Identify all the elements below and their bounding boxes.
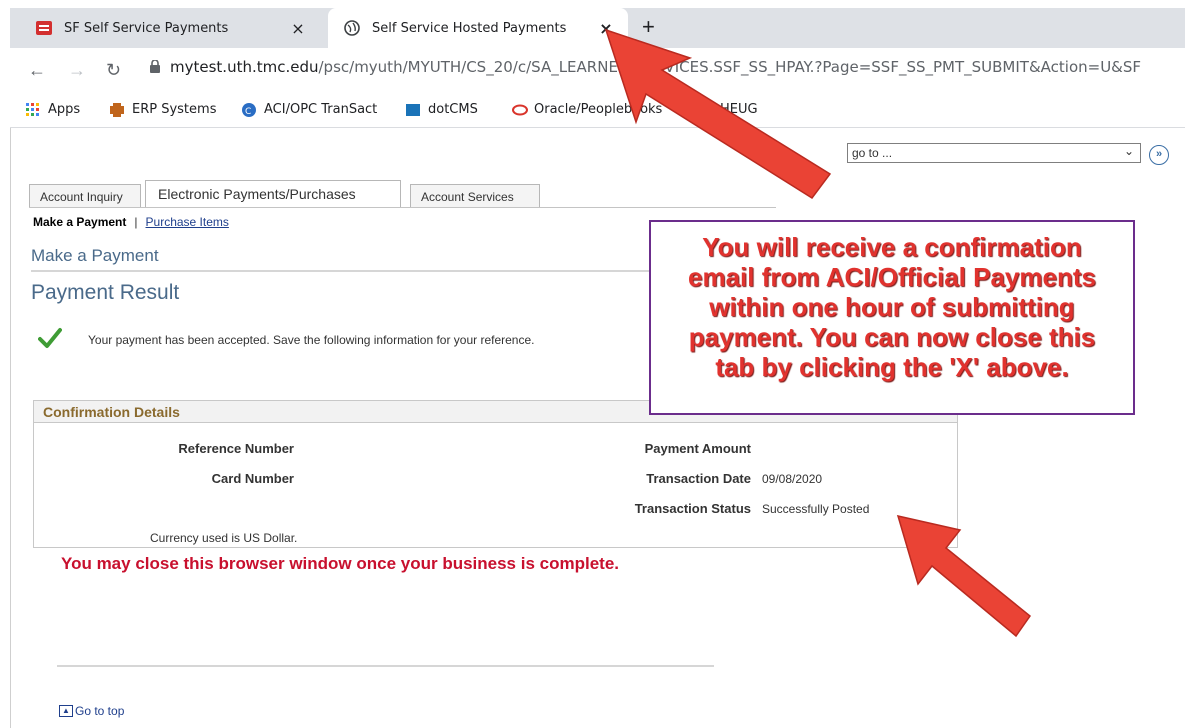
- address-bar[interactable]: mytest.uth.tmc.edu/psc/myuth/MYUTH/CS_20…: [150, 58, 1185, 84]
- bookmark-label: Apps: [48, 102, 81, 117]
- callout-line: You will receive a confirmation: [702, 232, 1082, 262]
- callout-text: You will receive a confirmation email fr…: [651, 232, 1133, 382]
- divider: [31, 270, 671, 272]
- tab-divider: [29, 207, 776, 208]
- new-tab-button[interactable]: +: [642, 14, 655, 40]
- go-double-arrow-icon[interactable]: »: [1149, 145, 1169, 165]
- callout-box: You will receive a confirmation email fr…: [649, 220, 1135, 415]
- checkmark-icon: [38, 326, 62, 350]
- tab-title: SF Self Service Payments: [64, 20, 229, 36]
- bookmark-label: Oracle/Peoplebooks: [534, 102, 663, 117]
- subnav-separator: |: [134, 215, 138, 229]
- go-to-top-link[interactable]: ▲ Go to top: [59, 704, 124, 718]
- go-to-top-label: Go to top: [75, 704, 125, 718]
- transaction-date-value: 09/08/2020: [762, 472, 823, 486]
- reference-number-label: Reference Number: [178, 441, 294, 456]
- transaction-status-value: Successfully Posted: [762, 502, 870, 516]
- transaction-status-label: Transaction Status: [634, 501, 751, 516]
- browser-tab-hosted-payments[interactable]: Self Service Hosted Payments ×: [328, 8, 628, 48]
- bookmark-heug[interactable]: HEUG: [720, 102, 758, 117]
- browser-tab-strip: SF Self Service Payments × Self Service …: [10, 8, 1185, 48]
- callout-line: email from ACI/Official Payments: [688, 262, 1096, 292]
- browser-toolbar: ← → ↻ mytest.uth.tmc.edu/psc/myuth/MYUTH…: [10, 48, 1185, 92]
- currency-note: Currency used is US Dollar.: [150, 531, 298, 545]
- forward-arrow-icon[interactable]: →: [68, 60, 86, 81]
- sf-favicon-icon: [36, 20, 52, 36]
- tab-electronic-payments[interactable]: Electronic Payments/Purchases: [145, 180, 401, 208]
- bookmark-label: HEUG: [720, 102, 758, 117]
- card-number-label: Card Number: [211, 471, 294, 486]
- goto-selected-value: go to ...: [852, 146, 893, 160]
- bookmarks-bar: Apps ERP Systems C ACI/OPC TranSact dotC…: [10, 94, 1185, 128]
- dotcms-icon: [406, 103, 420, 117]
- close-tab-icon[interactable]: ×: [286, 19, 310, 38]
- confirmation-details-panel: Confirmation Details Reference Number Ca…: [33, 400, 958, 548]
- browser-tab-sf-self-service[interactable]: SF Self Service Payments ×: [20, 8, 320, 48]
- reload-icon[interactable]: ↻: [106, 60, 121, 81]
- go-to-top-icon: ▲: [59, 705, 73, 717]
- callout-line: payment. You can now close this: [688, 322, 1096, 352]
- back-arrow-icon[interactable]: ←: [28, 60, 46, 81]
- bookmark-label: dotCMS: [428, 102, 478, 117]
- close-tab-icon[interactable]: ×: [594, 19, 618, 38]
- transaction-date-label: Transaction Date: [646, 471, 751, 486]
- section-title: Make a Payment: [31, 246, 159, 265]
- bookmark-aci-opc[interactable]: C ACI/OPC TranSact: [242, 102, 377, 117]
- apps-grid-icon: [26, 102, 40, 117]
- page-title: Payment Result: [31, 281, 180, 304]
- callout-line: within one hour of submitting: [709, 292, 1075, 322]
- bookmark-apps[interactable]: Apps: [26, 102, 80, 117]
- bookmark-oracle[interactable]: Oracle/Peoplebooks: [512, 102, 662, 117]
- subnav-purchase-items-link[interactable]: Purchase Items: [146, 215, 229, 229]
- chevron-down-icon: ⌄: [1123, 144, 1134, 158]
- payment-amount-label: Payment Amount: [644, 441, 751, 456]
- tab-title: Self Service Hosted Payments: [372, 20, 567, 36]
- bookmark-label: ACI/OPC TranSact: [264, 102, 378, 117]
- bookmark-dotcms[interactable]: dotCMS: [406, 102, 478, 117]
- oracle-logo-icon: [512, 103, 528, 117]
- tab-account-services[interactable]: Account Services: [410, 184, 540, 208]
- subnav-current: Make a Payment: [33, 215, 127, 229]
- lock-icon: [150, 58, 160, 76]
- close-window-message: You may close this browser window once y…: [61, 554, 619, 573]
- tab-account-inquiry[interactable]: Account Inquiry: [29, 184, 141, 208]
- callout-line: tab by clicking the 'X' above.: [715, 352, 1069, 382]
- page-content: go to ... ⌄ » Account Inquiry Electronic…: [10, 128, 1185, 728]
- bookmark-erp-systems[interactable]: ERP Systems: [110, 102, 216, 117]
- aci-logo-icon: C: [242, 102, 256, 117]
- bookmark-label: ERP Systems: [132, 102, 217, 117]
- goto-select[interactable]: go to ... ⌄: [847, 143, 1141, 163]
- url-host: mytest.uth.tmc.edu: [170, 58, 319, 76]
- svg-text:C: C: [245, 107, 251, 117]
- globe-icon: [344, 20, 360, 36]
- url-path: /psc/myuth/MYUTH/CS_20/c/SA_LEARNER_SERV…: [318, 58, 1142, 76]
- divider: [57, 665, 714, 667]
- erp-gear-icon: [110, 102, 124, 117]
- sub-navigation: Make a Payment | Purchase Items: [33, 215, 229, 229]
- accepted-message: Your payment has been accepted. Save the…: [88, 333, 535, 347]
